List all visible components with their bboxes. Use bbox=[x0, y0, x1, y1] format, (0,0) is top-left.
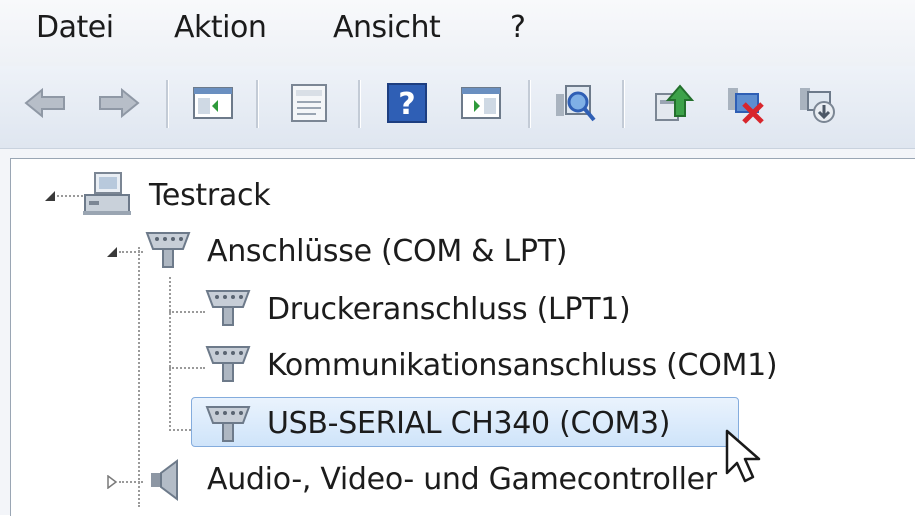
back-arrow-icon[interactable] bbox=[22, 80, 68, 126]
toolbar-separator bbox=[622, 80, 625, 128]
tree-node-ports[interactable]: Anschlüsse (COM & LPT) bbox=[207, 225, 567, 277]
node-label-com1: Kommunikationsanschluss (COM1) bbox=[267, 347, 778, 383]
show-hide-console-tree-icon[interactable] bbox=[190, 80, 236, 126]
port-connector-icon bbox=[205, 290, 251, 326]
tree-node-root[interactable]: Testrack bbox=[149, 169, 271, 221]
tree-connector bbox=[169, 311, 205, 313]
tree-connector bbox=[57, 195, 83, 197]
menu-ansicht[interactable]: Ansicht bbox=[333, 10, 441, 45]
tree-item-lpt1[interactable]: Druckeranschluss (LPT1) bbox=[267, 283, 631, 335]
device-tree: Testrack Anschlüsse (COM & LPT) Druckera… bbox=[10, 158, 915, 516]
menu-bar: Datei Aktion Ansicht ? bbox=[0, 0, 915, 66]
svg-text:?: ? bbox=[398, 87, 415, 122]
toolbar: ? bbox=[0, 66, 915, 149]
mouse-cursor-icon bbox=[725, 429, 761, 483]
toolbar-separator bbox=[528, 80, 531, 128]
tree-connector bbox=[119, 481, 143, 483]
tree-item-com3[interactable]: USB-SERIAL CH340 (COM3) bbox=[267, 397, 671, 449]
device-manager-window: Datei Aktion Ansicht ? ? Testrack Anschl… bbox=[0, 0, 915, 516]
toolbar-separator bbox=[358, 80, 361, 128]
uninstall-device-icon[interactable] bbox=[722, 80, 768, 126]
computer-icon bbox=[83, 172, 131, 215]
tree-item-com1[interactable]: Kommunikationsanschluss (COM1) bbox=[267, 339, 778, 391]
scan-hardware-icon[interactable] bbox=[552, 80, 598, 126]
port-connector-icon bbox=[145, 232, 191, 268]
forward-arrow-icon[interactable] bbox=[96, 80, 142, 126]
collapse-triangle-icon[interactable] bbox=[43, 189, 57, 203]
expand-triangle-icon[interactable] bbox=[105, 475, 119, 489]
tree-connector bbox=[138, 247, 140, 507]
help-icon[interactable]: ? bbox=[384, 80, 430, 126]
show-hide-action-pane-icon[interactable] bbox=[458, 80, 504, 126]
node-label-audio: Audio-, Video- und Gamecontroller bbox=[207, 461, 717, 497]
node-label-com3: USB-SERIAL CH340 (COM3) bbox=[267, 405, 671, 441]
menu-datei[interactable]: Datei bbox=[36, 10, 114, 45]
tree-node-audio[interactable]: Audio-, Video- und Gamecontroller bbox=[207, 453, 717, 505]
node-label-lpt1: Druckeranschluss (LPT1) bbox=[267, 291, 631, 327]
disable-device-icon[interactable] bbox=[794, 80, 840, 126]
tree-connector bbox=[169, 367, 205, 369]
tree-connector bbox=[119, 251, 143, 253]
collapse-triangle-icon[interactable] bbox=[105, 245, 119, 259]
node-label-root: Testrack bbox=[149, 177, 271, 213]
toolbar-separator bbox=[166, 80, 169, 128]
port-connector-icon bbox=[205, 346, 251, 382]
update-driver-icon[interactable] bbox=[650, 80, 696, 126]
node-label-ports: Anschlüsse (COM & LPT) bbox=[207, 233, 568, 269]
properties-icon[interactable] bbox=[286, 80, 332, 126]
menu-aktion[interactable]: Aktion bbox=[174, 10, 267, 45]
toolbar-separator bbox=[256, 80, 259, 128]
tree-connector bbox=[169, 277, 171, 431]
speaker-icon bbox=[151, 459, 178, 501]
menu-help[interactable]: ? bbox=[510, 10, 526, 45]
port-connector-icon bbox=[205, 406, 251, 442]
